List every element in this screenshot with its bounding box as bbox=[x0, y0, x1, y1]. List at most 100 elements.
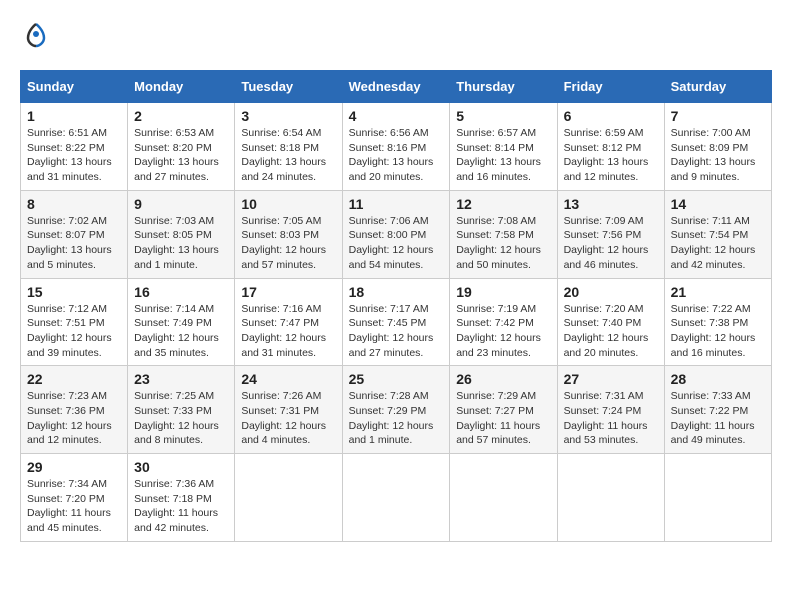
day-number: 9 bbox=[134, 196, 228, 212]
day-number: 12 bbox=[456, 196, 550, 212]
calendar-day-cell: 10 Sunrise: 7:05 AMSunset: 8:03 PMDayligh… bbox=[235, 190, 342, 278]
day-info: Sunrise: 7:11 AMSunset: 7:54 PMDaylight:… bbox=[671, 214, 765, 273]
day-number: 1 bbox=[27, 108, 121, 124]
day-number: 7 bbox=[671, 108, 765, 124]
day-number: 28 bbox=[671, 371, 765, 387]
day-number: 4 bbox=[349, 108, 444, 124]
calendar-day-cell: 27 Sunrise: 7:31 AMSunset: 7:24 PMDayligh… bbox=[557, 366, 664, 454]
calendar-day-cell: 28 Sunrise: 7:33 AMSunset: 7:22 PMDayligh… bbox=[664, 366, 771, 454]
day-number: 18 bbox=[349, 284, 444, 300]
day-number: 19 bbox=[456, 284, 550, 300]
calendar-day-cell: 24Sunrise: 7:26 AMSunset: 7:31 PMDayligh… bbox=[235, 366, 342, 454]
calendar-day-cell: 14 Sunrise: 7:11 AMSunset: 7:54 PMDayligh… bbox=[664, 190, 771, 278]
column-header-thursday: Thursday bbox=[450, 71, 557, 103]
calendar-body: 1 Sunrise: 6:51 AMSunset: 8:22 PMDaylight… bbox=[21, 103, 772, 542]
calendar-day-cell: 6Sunrise: 6:59 AMSunset: 8:12 PMDaylight… bbox=[557, 103, 664, 191]
calendar-week-row: 8 Sunrise: 7:02 AMSunset: 8:07 PMDaylight… bbox=[21, 190, 772, 278]
day-number: 30 bbox=[134, 459, 228, 475]
day-number: 3 bbox=[241, 108, 335, 124]
day-info: Sunrise: 7:02 AMSunset: 8:07 PMDaylight:… bbox=[27, 214, 121, 273]
day-info: Sunrise: 6:54 AMSunset: 8:18 PMDaylight:… bbox=[241, 126, 335, 185]
day-info: Sunrise: 7:29 AMSunset: 7:27 PMDaylight:… bbox=[456, 389, 550, 448]
calendar-week-row: 1 Sunrise: 6:51 AMSunset: 8:22 PMDaylight… bbox=[21, 103, 772, 191]
day-number: 20 bbox=[564, 284, 658, 300]
calendar-day-cell: 4 Sunrise: 6:56 AMSunset: 8:16 PMDaylight… bbox=[342, 103, 450, 191]
day-info: Sunrise: 7:36 AMSunset: 7:18 PMDaylight:… bbox=[134, 477, 228, 536]
logo-icon bbox=[22, 20, 50, 48]
day-info: Sunrise: 7:33 AMSunset: 7:22 PMDaylight:… bbox=[671, 389, 765, 448]
column-header-tuesday: Tuesday bbox=[235, 71, 342, 103]
calendar-day-cell: 13 Sunrise: 7:09 AMSunset: 7:56 PMDayligh… bbox=[557, 190, 664, 278]
day-info: Sunrise: 6:53 AMSunset: 8:20 PMDaylight:… bbox=[134, 126, 228, 185]
day-info: Sunrise: 7:17 AMSunset: 7:45 PMDaylight:… bbox=[349, 302, 444, 361]
calendar-day-cell: 17 Sunrise: 7:16 AMSunset: 7:47 PMDayligh… bbox=[235, 278, 342, 366]
calendar-day-cell: 2 Sunrise: 6:53 AMSunset: 8:20 PMDaylight… bbox=[128, 103, 235, 191]
empty-cell bbox=[664, 454, 771, 542]
calendar-day-cell: 1 Sunrise: 6:51 AMSunset: 8:22 PMDaylight… bbox=[21, 103, 128, 191]
day-info: Sunrise: 6:51 AMSunset: 8:22 PMDaylight:… bbox=[27, 126, 121, 185]
day-info: Sunrise: 7:25 AMSunset: 7:33 PMDaylight:… bbox=[134, 389, 228, 448]
calendar-day-cell: 11Sunrise: 7:06 AMSunset: 8:00 PMDayligh… bbox=[342, 190, 450, 278]
calendar-day-cell: 29 Sunrise: 7:34 AMSunset: 7:20 PMDayligh… bbox=[21, 454, 128, 542]
day-info: Sunrise: 7:31 AMSunset: 7:24 PMDaylight:… bbox=[564, 389, 658, 448]
day-number: 15 bbox=[27, 284, 121, 300]
day-number: 23 bbox=[134, 371, 228, 387]
day-number: 22 bbox=[27, 371, 121, 387]
day-number: 25 bbox=[349, 371, 444, 387]
calendar-day-cell: 9Sunrise: 7:03 AMSunset: 8:05 PMDaylight… bbox=[128, 190, 235, 278]
day-number: 17 bbox=[241, 284, 335, 300]
day-info: Sunrise: 7:34 AMSunset: 7:20 PMDaylight:… bbox=[27, 477, 121, 536]
column-header-sunday: Sunday bbox=[21, 71, 128, 103]
day-info: Sunrise: 7:19 AMSunset: 7:42 PMDaylight:… bbox=[456, 302, 550, 361]
day-info: Sunrise: 6:57 AMSunset: 8:14 PMDaylight:… bbox=[456, 126, 550, 185]
calendar-day-cell: 26Sunrise: 7:29 AMSunset: 7:27 PMDayligh… bbox=[450, 366, 557, 454]
empty-cell bbox=[450, 454, 557, 542]
day-info: Sunrise: 7:14 AMSunset: 7:49 PMDaylight:… bbox=[134, 302, 228, 361]
calendar-week-row: 22 Sunrise: 7:23 AMSunset: 7:36 PMDayligh… bbox=[21, 366, 772, 454]
calendar-day-cell: 15 Sunrise: 7:12 AMSunset: 7:51 PMDayligh… bbox=[21, 278, 128, 366]
calendar-day-cell: 5 Sunrise: 6:57 AMSunset: 8:14 PMDaylight… bbox=[450, 103, 557, 191]
day-info: Sunrise: 7:20 AMSunset: 7:40 PMDaylight:… bbox=[564, 302, 658, 361]
day-number: 29 bbox=[27, 459, 121, 475]
calendar-day-cell: 25 Sunrise: 7:28 AMSunset: 7:29 PMDayligh… bbox=[342, 366, 450, 454]
column-header-monday: Monday bbox=[128, 71, 235, 103]
calendar-week-row: 29 Sunrise: 7:34 AMSunset: 7:20 PMDayligh… bbox=[21, 454, 772, 542]
day-number: 11 bbox=[349, 196, 444, 212]
calendar-day-cell: 8 Sunrise: 7:02 AMSunset: 8:07 PMDaylight… bbox=[21, 190, 128, 278]
empty-cell bbox=[235, 454, 342, 542]
calendar-day-cell: 22 Sunrise: 7:23 AMSunset: 7:36 PMDayligh… bbox=[21, 366, 128, 454]
day-number: 16 bbox=[134, 284, 228, 300]
day-number: 10 bbox=[241, 196, 335, 212]
page-header bbox=[20, 20, 772, 54]
column-header-saturday: Saturday bbox=[664, 71, 771, 103]
day-info: Sunrise: 7:16 AMSunset: 7:47 PMDaylight:… bbox=[241, 302, 335, 361]
day-info: Sunrise: 6:59 AMSunset: 8:12 PMDaylight:… bbox=[564, 126, 658, 185]
day-info: Sunrise: 7:23 AMSunset: 7:36 PMDaylight:… bbox=[27, 389, 121, 448]
day-info: Sunrise: 7:28 AMSunset: 7:29 PMDaylight:… bbox=[349, 389, 444, 448]
day-number: 24 bbox=[241, 371, 335, 387]
column-header-wednesday: Wednesday bbox=[342, 71, 450, 103]
calendar-day-cell: 3 Sunrise: 6:54 AMSunset: 8:18 PMDaylight… bbox=[235, 103, 342, 191]
day-info: Sunrise: 6:56 AMSunset: 8:16 PMDaylight:… bbox=[349, 126, 444, 185]
calendar-day-cell: 19 Sunrise: 7:19 AMSunset: 7:42 PMDayligh… bbox=[450, 278, 557, 366]
day-number: 2 bbox=[134, 108, 228, 124]
day-number: 27 bbox=[564, 371, 658, 387]
day-number: 13 bbox=[564, 196, 658, 212]
day-info: Sunrise: 7:12 AMSunset: 7:51 PMDaylight:… bbox=[27, 302, 121, 361]
day-info: Sunrise: 7:22 AMSunset: 7:38 PMDaylight:… bbox=[671, 302, 765, 361]
day-number: 14 bbox=[671, 196, 765, 212]
day-info: Sunrise: 7:05 AMSunset: 8:03 PMDaylight:… bbox=[241, 214, 335, 273]
day-info: Sunrise: 7:08 AMSunset: 7:58 PMDaylight:… bbox=[456, 214, 550, 273]
empty-cell bbox=[557, 454, 664, 542]
day-number: 8 bbox=[27, 196, 121, 212]
day-number: 21 bbox=[671, 284, 765, 300]
calendar-week-row: 15 Sunrise: 7:12 AMSunset: 7:51 PMDayligh… bbox=[21, 278, 772, 366]
calendar-day-cell: 23 Sunrise: 7:25 AMSunset: 7:33 PMDayligh… bbox=[128, 366, 235, 454]
calendar-day-cell: 21 Sunrise: 7:22 AMSunset: 7:38 PMDayligh… bbox=[664, 278, 771, 366]
day-number: 5 bbox=[456, 108, 550, 124]
day-info: Sunrise: 7:09 AMSunset: 7:56 PMDaylight:… bbox=[564, 214, 658, 273]
calendar-day-cell: 30 Sunrise: 7:36 AMSunset: 7:18 PMDayligh… bbox=[128, 454, 235, 542]
calendar-header-row: SundayMondayTuesdayWednesdayThursdayFrid… bbox=[21, 71, 772, 103]
calendar-table: SundayMondayTuesdayWednesdayThursdayFrid… bbox=[20, 70, 772, 542]
calendar-day-cell: 12 Sunrise: 7:08 AMSunset: 7:58 PMDayligh… bbox=[450, 190, 557, 278]
